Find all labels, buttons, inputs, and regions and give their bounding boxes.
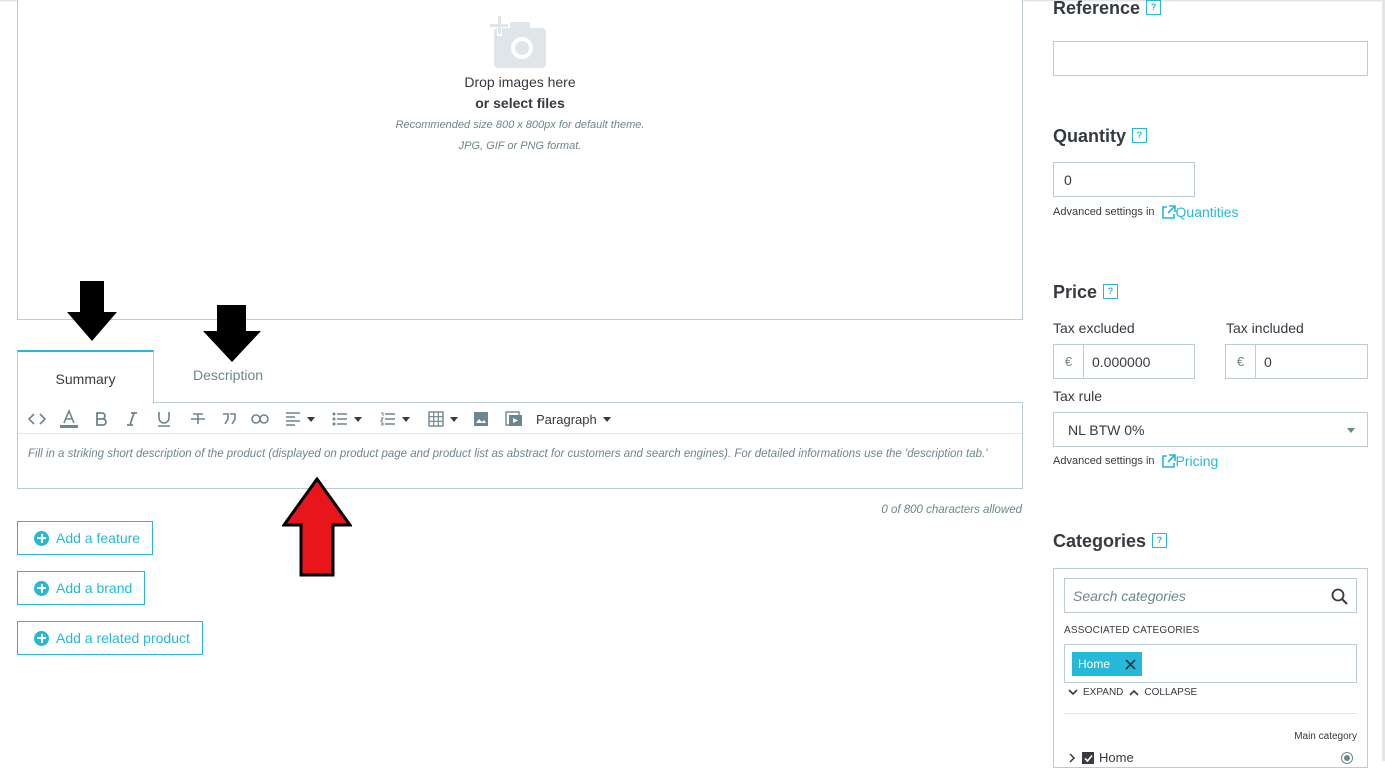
plus-circle-icon bbox=[34, 530, 49, 546]
price-advanced-text: Advanced settings in bbox=[1053, 455, 1155, 467]
category-tag-label: Home bbox=[1078, 657, 1111, 671]
black-arrow-description bbox=[203, 305, 261, 362]
chevron-down-icon bbox=[1347, 428, 1355, 433]
price-title: Price? bbox=[1053, 282, 1119, 303]
tab-summary-label: Summary bbox=[55, 371, 116, 387]
categories-title-text: Categories bbox=[1053, 531, 1147, 551]
tax-included-label: Tax included bbox=[1226, 320, 1304, 336]
categories-title: Categories? bbox=[1053, 531, 1168, 552]
numbered-list-icon[interactable] bbox=[380, 409, 410, 429]
tax-rule-label: Tax rule bbox=[1053, 388, 1103, 404]
add-brand-button[interactable]: Add a brand bbox=[17, 571, 146, 605]
paragraph-select-label: Paragraph bbox=[536, 411, 597, 427]
blockquote-icon[interactable] bbox=[222, 409, 236, 429]
black-arrow-summary bbox=[67, 281, 117, 341]
price-advanced: Advanced settings in Pricing bbox=[1053, 453, 1218, 469]
add-brand-label: Add a brand bbox=[56, 580, 133, 596]
price-tax-excluded-input[interactable]: € 0.000000 bbox=[1053, 344, 1195, 379]
external-link-icon bbox=[1161, 204, 1176, 219]
currency-symbol: € bbox=[1054, 345, 1084, 378]
category-tree-item-home[interactable]: Home bbox=[1068, 750, 1134, 765]
associated-categories-label: ASSOCIATED CATEGORIES bbox=[1064, 625, 1200, 636]
help-icon[interactable]: ? bbox=[1146, 0, 1162, 15]
chevron-up-icon bbox=[1129, 689, 1139, 696]
expand-collapse-row: EXPAND COLLAPSE bbox=[1068, 687, 1197, 698]
font-color-icon[interactable] bbox=[59, 409, 79, 429]
editor-toolbar: Paragraph bbox=[18, 403, 1022, 434]
price-title-text: Price bbox=[1053, 282, 1098, 302]
chevron-down-icon bbox=[1068, 689, 1078, 696]
tab-summary[interactable]: Summary bbox=[17, 350, 154, 404]
add-feature-label: Add a feature bbox=[56, 530, 141, 546]
link-icon[interactable] bbox=[251, 409, 269, 429]
pricing-link-label: Pricing bbox=[1175, 453, 1219, 469]
quantity-advanced: Advanced settings in Quantities bbox=[1053, 204, 1239, 220]
category-tag-home: Home bbox=[1072, 652, 1143, 676]
tab-description-label: Description bbox=[192, 367, 264, 383]
tax-rule-value: NL BTW 0% bbox=[1068, 421, 1145, 438]
add-feature-button[interactable]: Add a feature bbox=[17, 521, 154, 555]
character-counter: 0 of 800 characters allowed bbox=[881, 504, 1022, 516]
chevron-right-icon[interactable] bbox=[1068, 752, 1076, 763]
add-photo-icon bbox=[488, 14, 546, 68]
category-search-input[interactable]: Search categories bbox=[1064, 578, 1357, 613]
tax-included-value: 0 bbox=[1264, 353, 1272, 370]
add-related-product-button[interactable]: Add a related product bbox=[17, 621, 203, 655]
summary-editor[interactable]: Paragraph Fill in a striking short descr… bbox=[17, 402, 1023, 489]
select-files-link[interactable]: or select files bbox=[17, 95, 1023, 111]
help-icon[interactable]: ? bbox=[1103, 283, 1119, 299]
category-checkbox[interactable] bbox=[1082, 751, 1094, 764]
pricing-link[interactable]: Pricing bbox=[1161, 453, 1219, 469]
summary-placeholder: Fill in a striking short description of … bbox=[28, 448, 988, 460]
quantity-title-text: Quantity bbox=[1053, 126, 1127, 146]
external-link-icon bbox=[1161, 453, 1176, 468]
plus-circle-icon bbox=[34, 630, 49, 646]
help-icon[interactable]: ? bbox=[1132, 127, 1148, 143]
divider bbox=[1064, 713, 1357, 714]
main-category-label: Main category bbox=[1294, 731, 1357, 742]
reference-input[interactable] bbox=[1053, 41, 1368, 76]
quantity-title: Quantity? bbox=[1053, 126, 1148, 147]
quantity-input[interactable]: 0 bbox=[1053, 162, 1195, 197]
currency-symbol: € bbox=[1226, 345, 1256, 378]
help-icon[interactable]: ? bbox=[1152, 532, 1168, 548]
search-icon[interactable] bbox=[1331, 588, 1348, 605]
plus-circle-icon bbox=[34, 580, 49, 596]
media-icon[interactable] bbox=[505, 409, 523, 429]
reference-title: Reference? bbox=[1053, 0, 1162, 19]
drop-images-text: Drop images here bbox=[464, 74, 576, 90]
underline-icon[interactable] bbox=[157, 409, 171, 429]
category-tree-label: Home bbox=[1099, 750, 1134, 765]
associated-categories-box: Home bbox=[1064, 644, 1357, 683]
category-search-placeholder: Search categories bbox=[1073, 587, 1186, 604]
bold-icon[interactable] bbox=[95, 409, 107, 429]
tax-rule-select[interactable]: NL BTW 0% bbox=[1053, 412, 1368, 447]
table-icon[interactable] bbox=[428, 409, 458, 429]
tax-excluded-value: 0.000000 bbox=[1092, 353, 1151, 370]
close-icon[interactable] bbox=[1125, 658, 1136, 670]
image-icon[interactable] bbox=[473, 409, 489, 429]
check-icon bbox=[1084, 754, 1093, 762]
price-tax-included-input[interactable]: € 0 bbox=[1225, 344, 1368, 379]
format-note: JPG, GIF or PNG format. bbox=[458, 140, 582, 152]
categories-panel: Search categories ASSOCIATED CATEGORIES … bbox=[1053, 568, 1368, 768]
italic-icon[interactable] bbox=[126, 409, 138, 429]
bullet-list-icon[interactable] bbox=[332, 409, 362, 429]
collapse-button[interactable]: COLLAPSE bbox=[1144, 687, 1197, 698]
tax-excluded-label: Tax excluded bbox=[1053, 320, 1135, 336]
strikethrough-icon[interactable] bbox=[190, 409, 206, 429]
expand-button[interactable]: EXPAND bbox=[1083, 687, 1123, 698]
paragraph-select[interactable]: Paragraph bbox=[536, 409, 611, 429]
align-icon[interactable] bbox=[285, 409, 315, 429]
recommended-size-note: Recommended size 800 x 800px for default… bbox=[395, 119, 645, 131]
quantities-link[interactable]: Quantities bbox=[1161, 204, 1239, 220]
red-arrow-editor bbox=[282, 477, 352, 577]
main-category-radio[interactable] bbox=[1341, 752, 1353, 764]
code-icon[interactable] bbox=[27, 409, 47, 429]
quantity-advanced-text: Advanced settings in bbox=[1053, 206, 1155, 218]
quantities-link-label: Quantities bbox=[1175, 204, 1239, 220]
reference-title-text: Reference bbox=[1053, 0, 1141, 18]
add-related-label: Add a related product bbox=[56, 630, 190, 646]
